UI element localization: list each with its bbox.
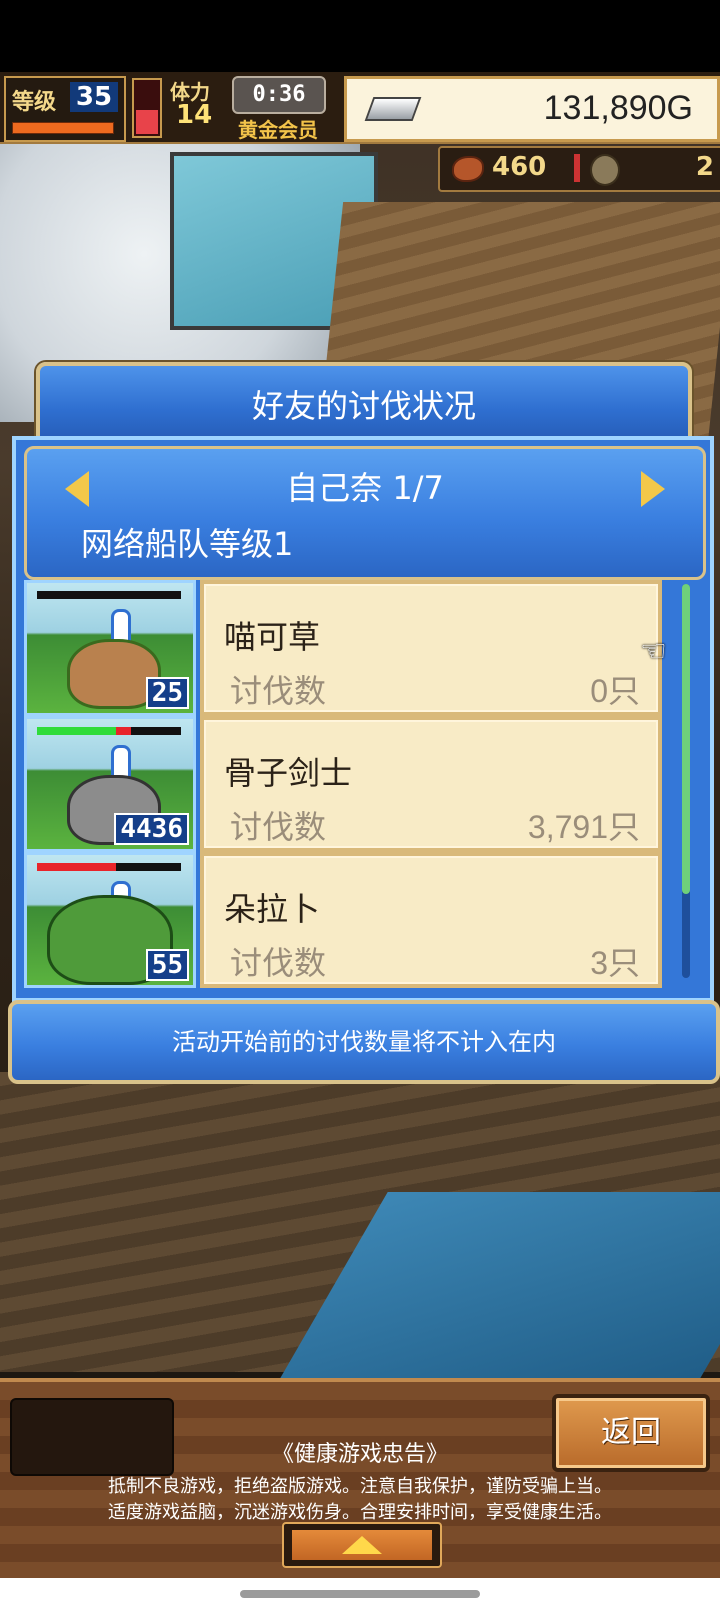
monster-thumbnail: 25 xyxy=(24,580,196,716)
health-advice-line-2: 适度游戏益脑，沉迷游戏伤身。合理安排时间，享受健康生活。 xyxy=(108,1502,612,1523)
health-advice-title: 《健康游戏忠告》 xyxy=(271,1442,448,1467)
monster-level: 55 xyxy=(145,949,189,981)
kill-label: 讨伐数 xyxy=(230,672,327,710)
gold-member-badge[interactable]: 黄金会员 xyxy=(238,114,318,143)
money-value: 131,890G xyxy=(543,89,693,127)
money-box: 131,890G xyxy=(344,76,720,142)
notice-text: 活动开始前的讨伐数量将不计入在内 xyxy=(172,1028,556,1056)
resource-bar: 460 2 xyxy=(438,146,720,192)
stamina-value: 14 xyxy=(176,100,213,130)
list-item[interactable]: 55 朵拉卜 讨伐数 3只 xyxy=(24,852,680,988)
hp-damage-fill xyxy=(116,727,131,735)
monster-card[interactable]: 骨子剑士 讨伐数 3,791只 xyxy=(200,716,662,852)
expand-button[interactable] xyxy=(282,1522,442,1568)
resource-divider xyxy=(574,154,580,182)
scroll-thumb[interactable] xyxy=(682,584,690,894)
monster-name: 朵拉卜 xyxy=(224,890,321,928)
monster-level: 4436 xyxy=(114,813,189,845)
monster-list[interactable]: 25 喵可草 讨伐数 0只 4436 骨子剑士 讨伐数 3,791只 55 朵拉… xyxy=(24,580,700,994)
notice-bar: 活动开始前的讨伐数量将不计入在内 xyxy=(8,1000,720,1084)
hp-bar xyxy=(37,863,181,871)
level-label: 等级 xyxy=(12,90,57,115)
friend-name: 自己奈 1/7 xyxy=(286,469,444,507)
exp-bar xyxy=(12,122,114,134)
health-advice-line-1: 抵制不良游戏，拒绝盗版游戏。注意自我保护，谨防受骗上当。 xyxy=(108,1476,612,1497)
level-value: 35 xyxy=(70,82,118,112)
kill-label: 讨伐数 xyxy=(230,944,327,982)
arrow-right-icon[interactable] xyxy=(641,471,665,507)
level-box: 等级 35 xyxy=(4,76,126,142)
navigation-bar xyxy=(0,1578,720,1608)
monster-card[interactable]: 朵拉卜 讨伐数 3只 xyxy=(200,852,662,988)
monster-card[interactable]: 喵可草 讨伐数 0只 xyxy=(200,580,662,716)
kill-label: 讨伐数 xyxy=(230,808,327,846)
dialog-title: 好友的讨伐状况 xyxy=(251,387,476,425)
status-bar xyxy=(0,0,720,72)
stamina-timer: 0:36 xyxy=(232,76,326,114)
monster-thumbnail: 4436 xyxy=(24,716,196,852)
hp-fill xyxy=(37,727,117,735)
hp-fill xyxy=(37,863,117,871)
hp-bar xyxy=(37,727,181,735)
pointer-hand-icon: ☜ xyxy=(640,634,667,669)
list-item[interactable]: 25 喵可草 讨伐数 0只 xyxy=(24,580,680,716)
list-item[interactable]: 4436 骨子剑士 讨伐数 3,791只 xyxy=(24,716,680,852)
expand-inner xyxy=(292,1530,432,1560)
extra-count: 2 xyxy=(695,152,714,182)
silver-ingot-icon xyxy=(364,97,422,121)
top-hud: 等级 35 体力 14 0:36 黄金会员 131,890G xyxy=(0,72,720,144)
stamina-meter xyxy=(132,78,162,138)
home-indicator[interactable] xyxy=(240,1590,480,1598)
monster-thumbnail: 55 xyxy=(24,852,196,988)
bottom-panel: 返回 《健康游戏忠告》 抵制不良游戏，拒绝盗版游戏。注意自我保护，谨防受骗上当。… xyxy=(0,1378,720,1582)
meat-icon xyxy=(452,156,484,182)
meat-count: 460 xyxy=(492,152,547,182)
stamina-fill xyxy=(136,110,158,134)
dialog-panel: 自己奈 1/7 网络船队等级1 25 喵可草 讨伐数 0只 4436 骨子剑士 … xyxy=(12,436,714,1002)
kill-count: 3,791只 xyxy=(527,809,640,845)
monster-level: 25 xyxy=(145,677,189,709)
kill-count: 0只 xyxy=(590,673,640,709)
coin-icon xyxy=(590,154,620,186)
list-scrollbar[interactable] xyxy=(682,584,690,978)
fleet-level: 网络船队等级1 xyxy=(81,525,294,563)
monster-name: 骨子剑士 xyxy=(224,754,353,792)
hp-bar xyxy=(37,591,181,599)
up-triangle-icon xyxy=(342,1536,382,1554)
friend-header: 自己奈 1/7 网络船队等级1 xyxy=(24,446,706,580)
kill-count: 3只 xyxy=(590,945,640,981)
monster-name: 喵可草 xyxy=(224,618,321,656)
